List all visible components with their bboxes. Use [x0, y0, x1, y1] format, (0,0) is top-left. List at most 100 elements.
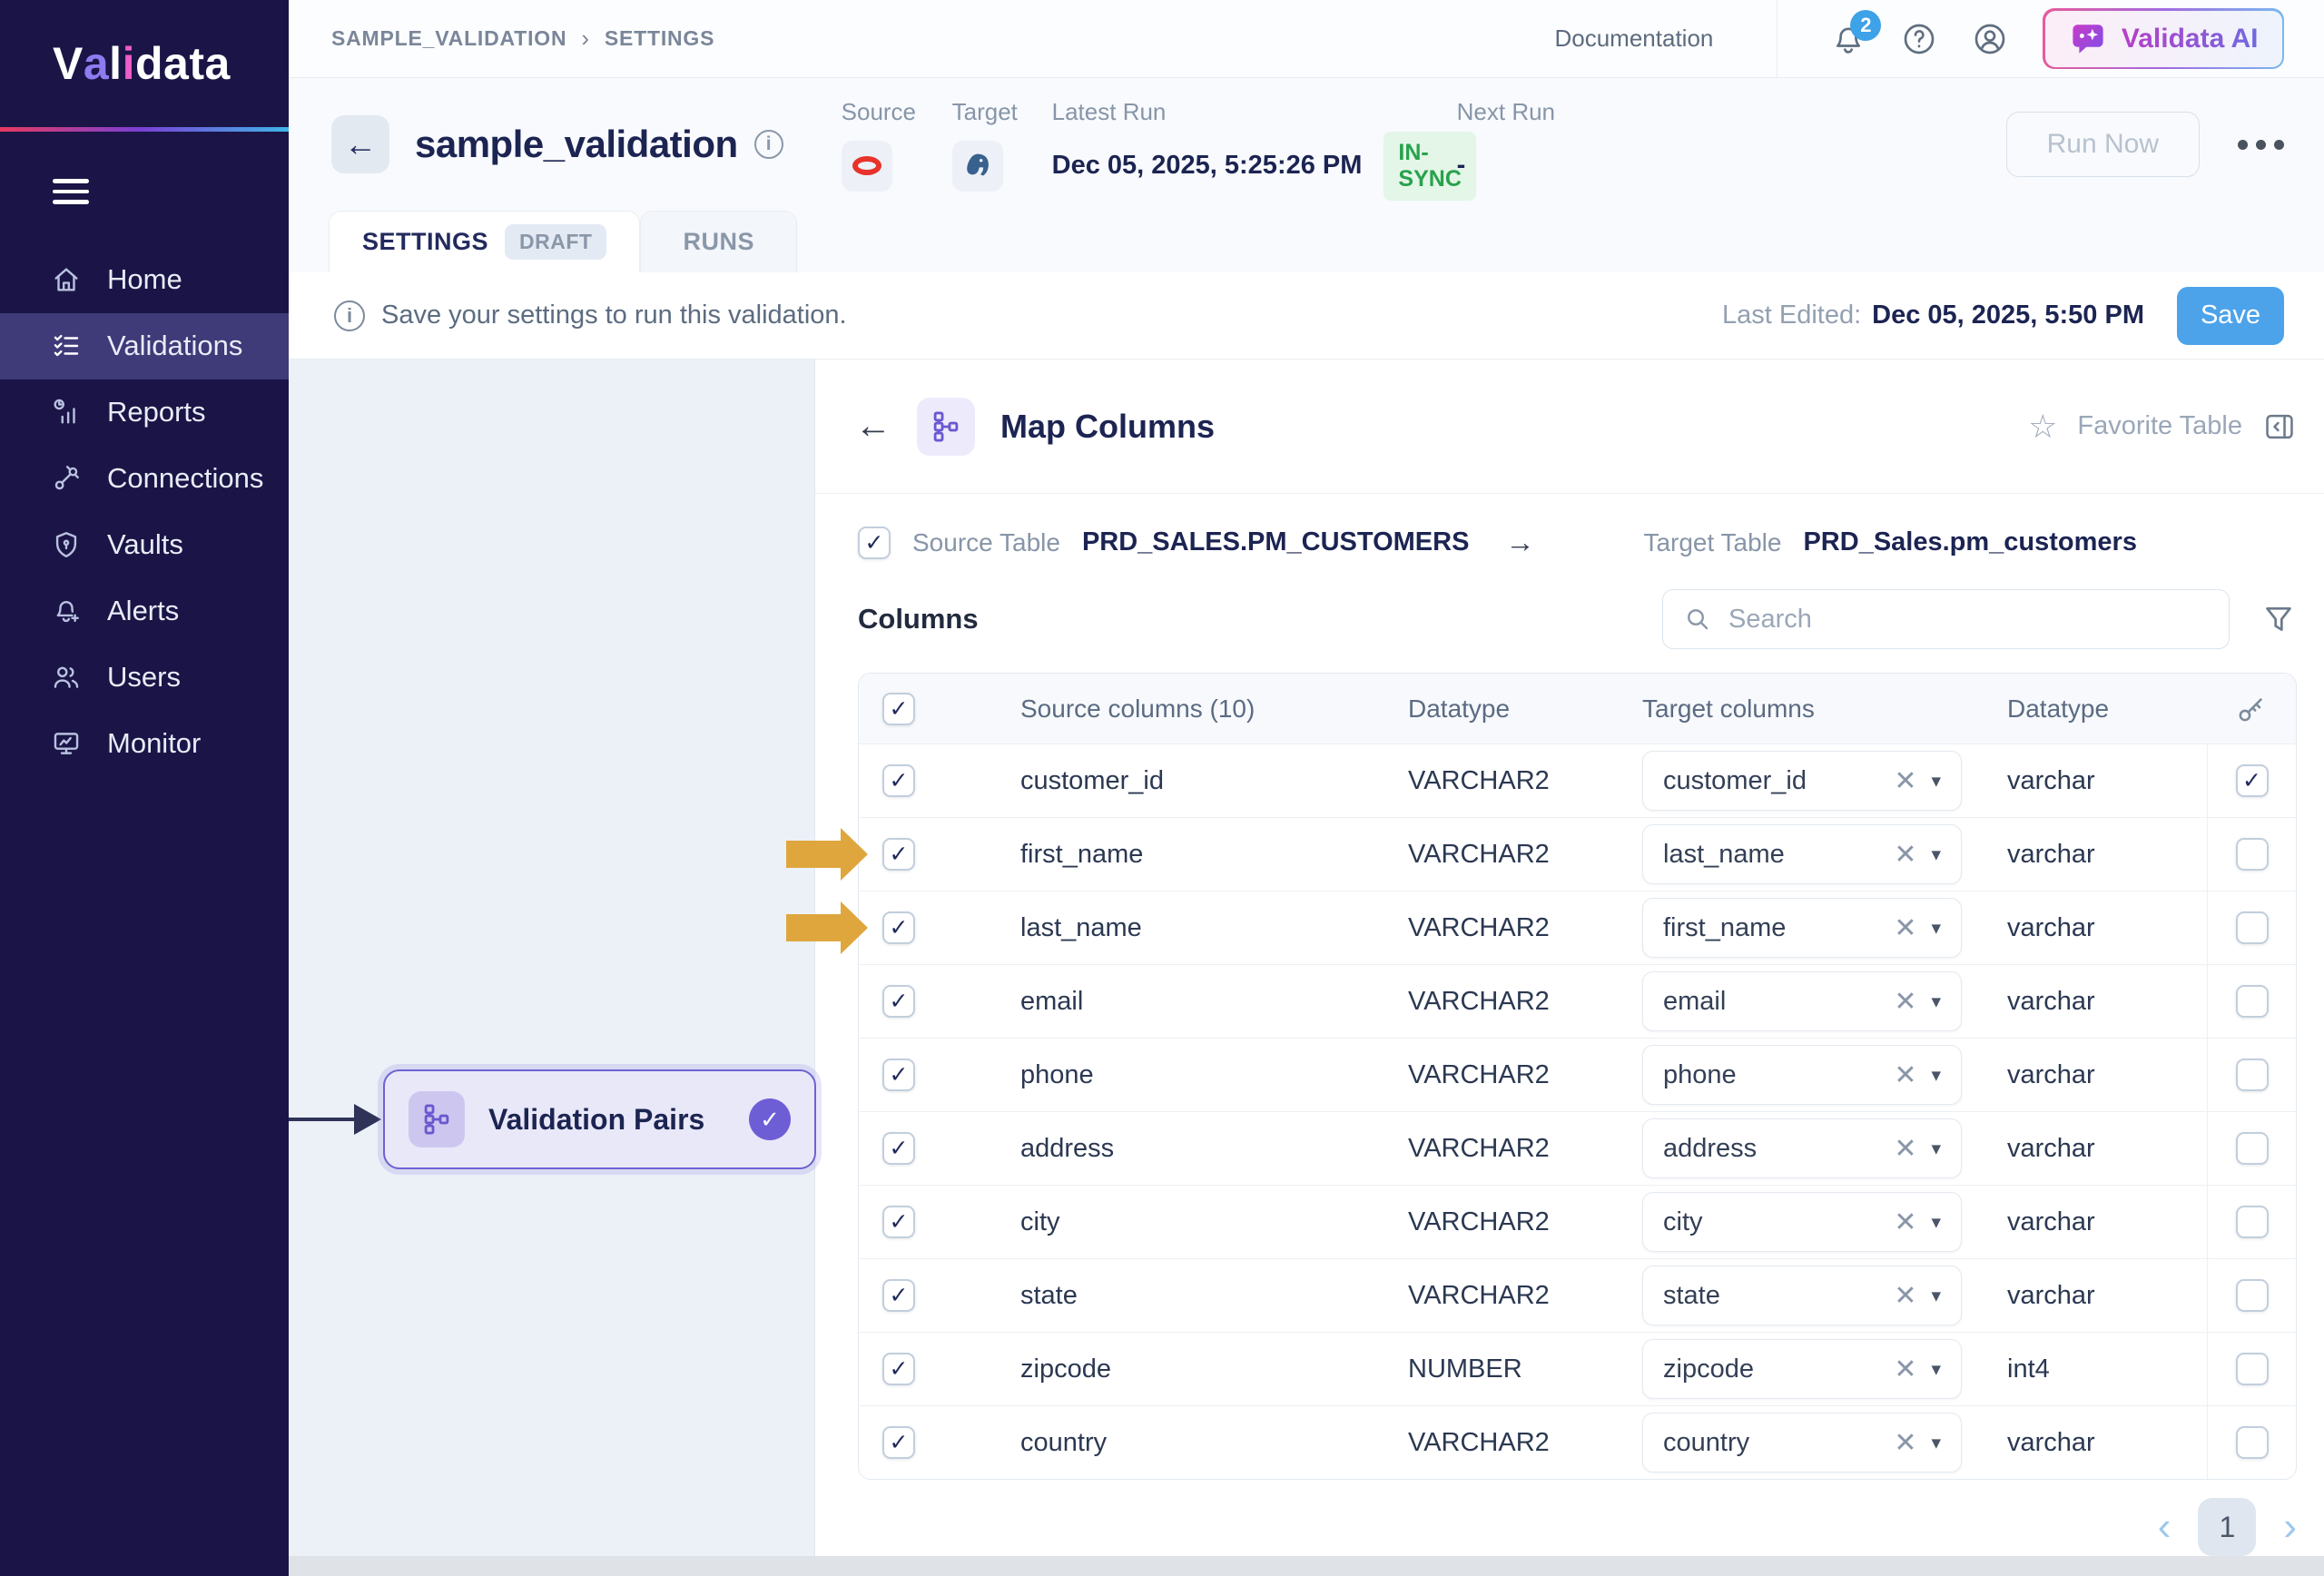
help-button[interactable]	[1901, 21, 1937, 57]
key-checkbox[interactable]: ✓	[2236, 1206, 2269, 1238]
clear-mapping-icon[interactable]: ✕	[1894, 1207, 1916, 1238]
run-now-button[interactable]: Run Now	[2006, 112, 2200, 177]
sidebar-item-connections[interactable]: Connections	[0, 446, 289, 512]
clear-mapping-icon[interactable]: ✕	[1894, 1133, 1916, 1165]
clear-mapping-icon[interactable]: ✕	[1894, 765, 1916, 797]
select-all-checkbox[interactable]: ✓	[882, 693, 915, 725]
tab-bar: SETTINGS DRAFT RUNS	[289, 211, 2324, 272]
key-checkbox[interactable]: ✓	[2236, 1426, 2269, 1459]
save-button[interactable]: Save	[2177, 287, 2284, 345]
target-column-select[interactable]: country ✕ ▾	[1642, 1413, 1962, 1473]
key-checkbox[interactable]: ✓	[2236, 764, 2269, 797]
flow-canvas[interactable]: Validation Pairs ✓	[289, 360, 815, 1556]
validata-ai-label: Validata AI	[2122, 24, 2259, 54]
back-button[interactable]: ←	[331, 115, 389, 173]
target-column-select[interactable]: last_name ✕ ▾	[1642, 824, 1962, 884]
key-checkbox[interactable]: ✓	[2236, 911, 2269, 944]
panel-back-button[interactable]: ←	[855, 406, 891, 447]
source-label: Source	[842, 98, 952, 126]
target-column-select[interactable]: phone ✕ ▾	[1642, 1045, 1962, 1105]
breadcrumb-current: SETTINGS	[605, 26, 714, 51]
row-select-checkbox[interactable]: ✓	[882, 838, 915, 871]
target-datatype: varchar	[2007, 1207, 2207, 1237]
page-number[interactable]: 1	[2198, 1498, 2256, 1556]
tab-settings-label: SETTINGS	[362, 228, 488, 256]
sidebar-item-home[interactable]: Home	[0, 247, 289, 313]
row-select-checkbox[interactable]: ✓	[882, 1059, 915, 1091]
mapping-arrow-icon: →	[1505, 526, 1534, 559]
target-column-name: zipcode	[1663, 1354, 1894, 1384]
row-select-checkbox[interactable]: ✓	[882, 1132, 915, 1165]
target-column-select[interactable]: city ✕ ▾	[1642, 1192, 1962, 1252]
clear-mapping-icon[interactable]: ✕	[1894, 839, 1916, 871]
target-column-name: email	[1663, 987, 1894, 1017]
column-search[interactable]	[1662, 589, 2230, 649]
collapse-panel-icon[interactable]	[2262, 409, 2297, 444]
sidebar-item-vaults[interactable]: Vaults	[0, 512, 289, 578]
target-column-name: customer_id	[1663, 766, 1894, 796]
app-logo: Validata	[0, 0, 289, 127]
clear-mapping-icon[interactable]: ✕	[1894, 986, 1916, 1018]
target-column-select[interactable]: customer_id ✕ ▾	[1642, 751, 1962, 811]
hamburger-menu-icon[interactable]	[53, 179, 89, 211]
tab-runs[interactable]: RUNS	[640, 211, 797, 272]
documentation-link[interactable]: Documentation	[1554, 25, 1713, 53]
key-checkbox[interactable]: ✓	[2236, 1059, 2269, 1091]
clear-mapping-icon[interactable]: ✕	[1894, 1059, 1916, 1091]
row-select-checkbox[interactable]: ✓	[882, 1279, 915, 1312]
table-row: ✓ email VARCHAR2 email ✕ ▾ varchar ✓	[859, 964, 2296, 1038]
table-pair-row: ✓ Source Table PRD_SALES.PM_CUSTOMERS → …	[858, 519, 2297, 566]
flow-edge-line	[289, 1118, 363, 1121]
logo-letter: l	[109, 37, 122, 90]
key-checkbox[interactable]: ✓	[2236, 838, 2269, 871]
row-select-checkbox[interactable]: ✓	[882, 985, 915, 1018]
pagination: ‹ 1 ›	[815, 1498, 2297, 1556]
key-checkbox[interactable]: ✓	[2236, 1279, 2269, 1312]
clear-mapping-icon[interactable]: ✕	[1894, 912, 1916, 944]
favorite-table-button[interactable]: Favorite Table	[2077, 411, 2242, 441]
sidebar-item-reports[interactable]: Reports	[0, 379, 289, 446]
sidebar-item-monitor[interactable]: Monitor	[0, 711, 289, 777]
next-page-icon[interactable]: ›	[2283, 1507, 2297, 1547]
sidebar-item-users[interactable]: Users	[0, 645, 289, 711]
clear-mapping-icon[interactable]: ✕	[1894, 1280, 1916, 1312]
horizontal-scrollbar[interactable]	[289, 1556, 2324, 1576]
validation-pairs-node[interactable]: Validation Pairs ✓	[383, 1069, 816, 1169]
account-button[interactable]	[1972, 21, 2008, 57]
annotation-arrow	[786, 901, 868, 954]
favorite-star-icon[interactable]: ☆	[2028, 408, 2057, 446]
clear-mapping-icon[interactable]: ✕	[1894, 1354, 1916, 1385]
target-column-select[interactable]: email ✕ ▾	[1642, 971, 1962, 1031]
clear-mapping-icon[interactable]: ✕	[1894, 1427, 1916, 1459]
search-input[interactable]	[1728, 605, 2209, 635]
breadcrumb-parent[interactable]: SAMPLE_VALIDATION	[331, 26, 566, 51]
source-table-label: Source Table	[912, 528, 1060, 557]
key-checkbox[interactable]: ✓	[2236, 985, 2269, 1018]
sidebar-item-alerts[interactable]: Alerts	[0, 578, 289, 645]
chevron-down-icon: ▾	[1931, 843, 1941, 866]
alert-bar: i Save your settings to run this validat…	[289, 272, 2324, 360]
validata-ai-button[interactable]: Validata AI	[2043, 8, 2284, 69]
tab-settings[interactable]: SETTINGS DRAFT	[329, 211, 640, 272]
target-column-select[interactable]: first_name ✕ ▾	[1642, 898, 1962, 958]
target-column-select[interactable]: address ✕ ▾	[1642, 1118, 1962, 1178]
row-select-checkbox[interactable]: ✓	[882, 1206, 915, 1238]
sidebar-nav: Home Validations Reports Connections Vau…	[0, 247, 289, 777]
target-column-name: address	[1663, 1134, 1894, 1164]
source-column-name: address	[1020, 1134, 1408, 1164]
filter-icon[interactable]	[2260, 601, 2297, 637]
prev-page-icon[interactable]: ‹	[2158, 1507, 2171, 1547]
target-column-select[interactable]: state ✕ ▾	[1642, 1266, 1962, 1325]
key-checkbox[interactable]: ✓	[2236, 1132, 2269, 1165]
table-pair-checkbox[interactable]: ✓	[858, 527, 891, 559]
target-column-select[interactable]: zipcode ✕ ▾	[1642, 1339, 1962, 1399]
row-select-checkbox[interactable]: ✓	[882, 764, 915, 797]
row-select-checkbox[interactable]: ✓	[882, 1353, 915, 1385]
title-info-icon[interactable]: i	[754, 130, 783, 159]
more-options-icon[interactable]	[2238, 140, 2284, 150]
row-select-checkbox[interactable]: ✓	[882, 1426, 915, 1459]
notifications-button[interactable]: 2	[1830, 21, 1866, 57]
key-checkbox[interactable]: ✓	[2236, 1353, 2269, 1385]
row-select-checkbox[interactable]: ✓	[882, 911, 915, 944]
sidebar-item-validations[interactable]: Validations	[0, 313, 289, 379]
